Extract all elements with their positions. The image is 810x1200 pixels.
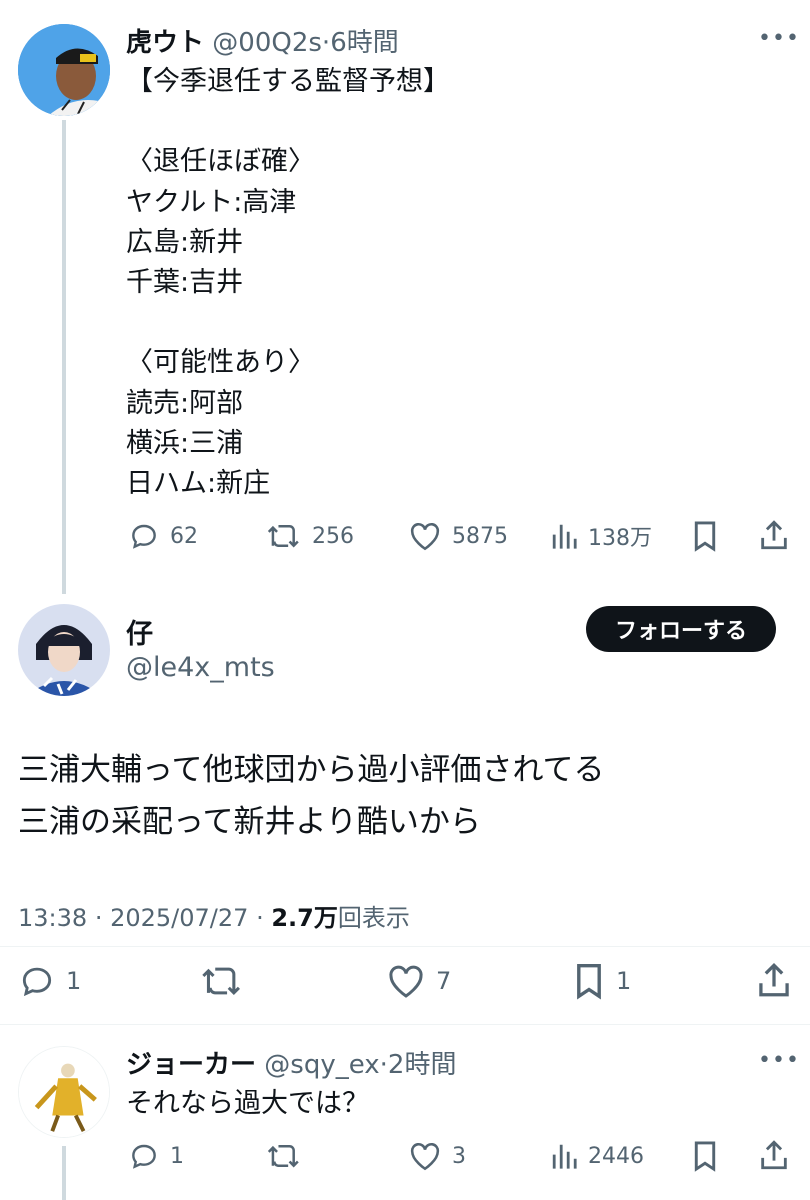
- views-count: 2446: [588, 1143, 644, 1169]
- author-name[interactable]: 仔: [126, 612, 153, 651]
- reply-icon: [128, 520, 160, 552]
- heart-icon: [386, 962, 426, 1000]
- avatar[interactable]: [18, 24, 110, 116]
- reply-icon: [128, 1140, 160, 1172]
- reply-count: 1: [170, 1143, 184, 1169]
- share-icon[interactable]: [758, 1138, 790, 1172]
- more-options-icon[interactable]: •••: [758, 26, 800, 51]
- tweet-text: 【今季退任する監督予想】 〈退任ほぼ確〉 ヤクルト:高津 広島:新井 千葉:吉井…: [126, 66, 450, 500]
- reply-count: 1: [66, 967, 82, 995]
- separator-dot: ·: [94, 904, 103, 932]
- reply-button[interactable]: 62: [128, 520, 198, 552]
- heart-icon: [408, 1140, 442, 1172]
- views-count: 2.7万: [271, 904, 338, 932]
- retweet-icon: [266, 520, 302, 552]
- avatar[interactable]: [18, 604, 110, 696]
- tweet-time[interactable]: 6時間: [330, 28, 399, 58]
- tweet-text: それなら過大では？: [126, 1088, 369, 1119]
- retweet-icon[interactable]: [200, 962, 244, 1000]
- bookmark-count: 1: [616, 967, 632, 995]
- share-icon[interactable]: [756, 960, 792, 1000]
- heart-icon: [408, 520, 442, 552]
- avatar[interactable]: [18, 1046, 110, 1138]
- author-handle[interactable]: @00Q2s: [212, 28, 322, 58]
- reply-icon: [18, 962, 56, 1000]
- retweet-button[interactable]: 256: [266, 520, 354, 552]
- like-count: 5875: [452, 523, 508, 549]
- divider: [0, 1024, 810, 1025]
- thread-line: [62, 1146, 66, 1200]
- views-button[interactable]: 138万: [550, 520, 652, 552]
- author-handle[interactable]: @le4x_mts: [126, 652, 275, 683]
- reply-button[interactable]: 1: [18, 962, 81, 1000]
- separator-dot: ·: [321, 28, 331, 58]
- retweet-icon[interactable]: [266, 1140, 302, 1172]
- tweet-time[interactable]: 13:38: [18, 904, 87, 932]
- author-name[interactable]: 虎ウト: [126, 28, 204, 58]
- divider: [0, 946, 810, 947]
- share-icon[interactable]: [758, 518, 790, 552]
- analytics-icon: [550, 1140, 578, 1172]
- separator-dot: ·: [379, 1050, 388, 1080]
- like-button[interactable]: 5875: [408, 520, 508, 552]
- thread-line: [62, 120, 66, 594]
- reply-button[interactable]: 1: [128, 1140, 184, 1172]
- author-name[interactable]: ジョーカー: [126, 1050, 256, 1080]
- follow-button[interactable]: フォローする: [586, 606, 776, 652]
- bookmark-button[interactable]: 1: [572, 962, 631, 1000]
- retweet-count: 256: [312, 523, 354, 549]
- like-count: 3: [452, 1143, 466, 1169]
- more-options-icon[interactable]: •••: [758, 1048, 800, 1073]
- views-label: 回表示: [337, 904, 410, 932]
- analytics-icon: [550, 520, 578, 552]
- tweet-time[interactable]: 2時間: [388, 1050, 457, 1080]
- bookmark-icon[interactable]: [690, 1140, 720, 1172]
- like-button[interactable]: 7: [386, 962, 451, 1000]
- author-handle[interactable]: @sqy_ex: [264, 1050, 379, 1080]
- tweet-text: 三浦大輔って他球団から過小評価されてる 三浦の采配って新井より酷いから: [18, 752, 605, 840]
- like-count: 7: [436, 967, 452, 995]
- reply-count: 62: [170, 523, 198, 549]
- bookmark-icon[interactable]: [690, 520, 720, 552]
- bookmark-icon: [572, 962, 606, 1000]
- separator-dot: ·: [256, 904, 264, 932]
- tweet-date[interactable]: 2025/07/27: [110, 904, 248, 932]
- views-count: 138万: [588, 526, 652, 551]
- views-button[interactable]: 2446: [550, 1140, 644, 1172]
- like-button[interactable]: 3: [408, 1140, 466, 1172]
